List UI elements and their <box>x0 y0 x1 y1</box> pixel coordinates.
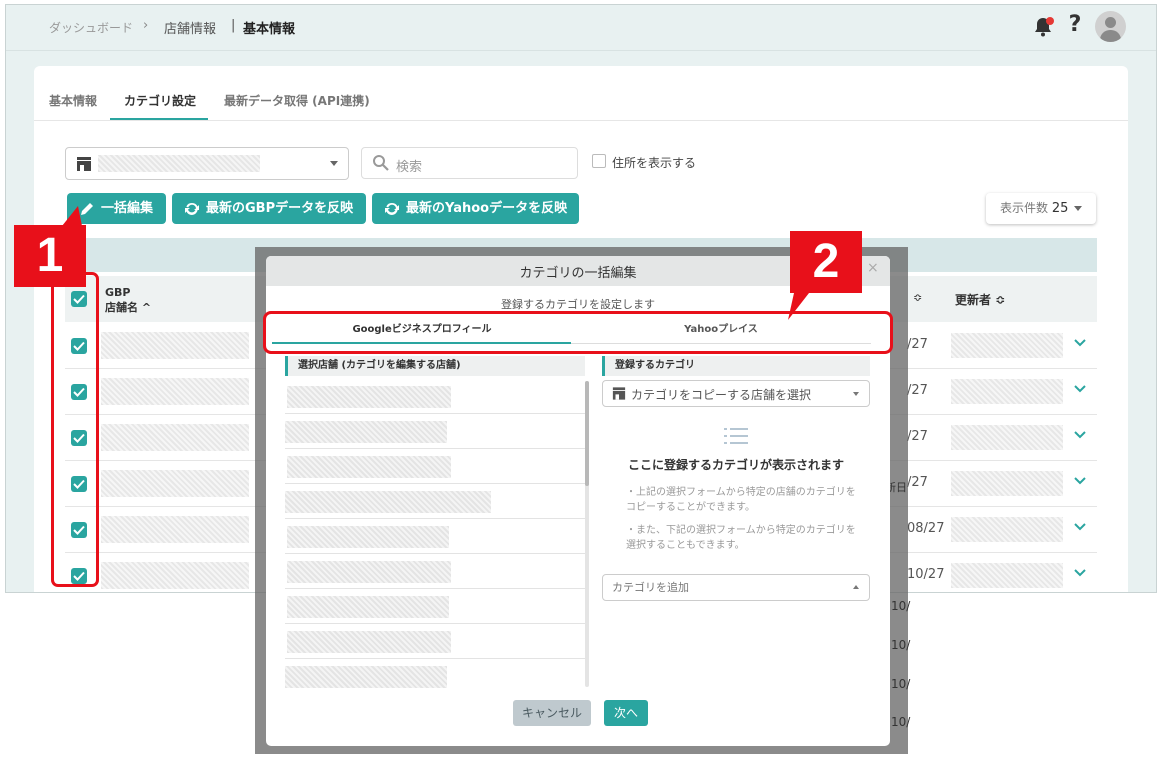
add-category-select[interactable]: カテゴリを追加 <box>602 574 870 601</box>
list-item <box>285 555 585 589</box>
cancel-button[interactable]: キャンセル <box>513 700 591 726</box>
updater-cell <box>951 379 1063 404</box>
store-select[interactable] <box>65 147 349 180</box>
empty-state-note-select: ・また、下記の選択フォームから特定のカテゴリを 選択することもできます。 <box>626 525 856 551</box>
chevron-down-icon[interactable] <box>1073 384 1087 394</box>
sort-icon[interactable]: ≎ <box>913 291 922 304</box>
chevron-down-icon <box>330 161 338 166</box>
date-cell: /27 <box>907 475 928 490</box>
store-name-cell <box>101 470 249 497</box>
column-gbp-label: GBP <box>105 286 131 299</box>
add-category-placeholder: カテゴリを追加 <box>612 581 689 594</box>
chevron-down-icon[interactable] <box>1073 430 1087 440</box>
chevron-down-icon[interactable] <box>1073 522 1087 532</box>
annotation-box-checkboxes <box>51 272 99 587</box>
chevron-up-icon <box>853 585 859 589</box>
store-name-cell <box>101 378 249 405</box>
reflect-gbp-label: 最新のGBPデータを反映 <box>206 201 354 216</box>
annotation-badge-2: 2 <box>790 231 862 293</box>
search-input[interactable]: 検索 <box>396 156 422 175</box>
annotation-pointer <box>62 206 82 226</box>
reflect-yahoo-button[interactable]: 最新のYahooデータを反映 <box>372 193 579 224</box>
list-item <box>285 590 585 624</box>
breadcrumb-dashboard[interactable]: ダッシュボード <box>49 19 133 36</box>
selected-stores-header: 選択店舗 (カテゴリを編集する店舗) <box>285 356 585 376</box>
date-cell: 08/27 <box>907 521 945 536</box>
chevron-down-icon <box>853 392 859 396</box>
list-item <box>285 660 585 694</box>
updater-cell <box>951 471 1063 496</box>
list-icon <box>724 428 748 444</box>
annotation-badge-1: 1 <box>14 225 86 287</box>
chevron-down-icon[interactable] <box>1073 568 1087 578</box>
list-item <box>285 485 585 519</box>
store-name-cell <box>101 562 249 589</box>
search-box[interactable]: 検索 <box>361 147 578 179</box>
date-cell: /27 <box>907 429 928 444</box>
copy-store-select[interactable]: カテゴリをコピーする店舗を選択 <box>602 380 870 407</box>
date-cell: 10/27 <box>907 567 945 582</box>
per-page-label: 表示件数 <box>1000 201 1049 215</box>
behind-date: 10/ <box>891 599 911 613</box>
date-cell: /27 <box>907 383 928 398</box>
search-icon <box>373 155 389 171</box>
page-title: 基本情報 <box>243 22 296 37</box>
register-category-header: 登録するカテゴリ <box>602 356 870 376</box>
chevron-down-icon <box>1074 206 1082 211</box>
close-icon[interactable]: × <box>867 260 879 276</box>
avatar[interactable] <box>1095 11 1126 42</box>
scrollbar-thumb[interactable] <box>585 381 589 486</box>
behind-date: 10/ <box>891 638 911 652</box>
updater-cell <box>951 425 1063 450</box>
list-item <box>285 415 585 449</box>
store-name-cell <box>101 516 249 543</box>
tab-api-sync[interactable]: 最新データ取得 (API連携) <box>224 92 370 109</box>
list-item <box>285 625 585 659</box>
tabs-divider <box>34 120 1128 121</box>
store-select-value <box>98 155 260 172</box>
column-store-label: 店舗名 ^ <box>105 301 152 314</box>
chevron-down-icon[interactable] <box>1073 338 1087 348</box>
show-address-checkbox[interactable] <box>592 154 606 168</box>
date-cell: /27 <box>907 337 928 352</box>
notification-dot <box>1046 17 1054 25</box>
store-name-cell <box>101 332 249 359</box>
column-store-name[interactable]: GBP 店舗名 ^ <box>105 285 151 315</box>
bulk-edit-label: 一括編集 <box>101 201 154 216</box>
show-address-label: 住所を表示する <box>612 156 697 170</box>
empty-state-note-copy: ・上記の選択フォームから特定の店舗のカテゴリを コピーすることができます。 <box>626 487 856 513</box>
updater-cell <box>951 333 1063 358</box>
tab-basic-info[interactable]: 基本情報 <box>49 92 97 109</box>
chevron-down-icon[interactable] <box>1073 476 1087 486</box>
top-bar: ダッシュボード › 店舗情報 | 基本情報 ? <box>6 5 1156 51</box>
help-icon[interactable]: ? <box>1066 12 1084 37</box>
breadcrumb-separator: › <box>143 18 149 33</box>
store-icon <box>77 157 91 171</box>
column-updater[interactable]: 更新者 ≎ <box>955 291 1005 308</box>
reflect-yahoo-label: 最新のYahooデータを反映 <box>406 201 568 216</box>
breadcrumb-store-info[interactable]: 店舗情報 <box>164 18 216 37</box>
updater-cell <box>951 563 1063 588</box>
per-page-value: 25 <box>1051 201 1069 216</box>
updater-cell <box>951 517 1063 542</box>
tab-category-settings[interactable]: カテゴリ設定 <box>124 92 196 109</box>
reflect-gbp-button[interactable]: 最新のGBPデータを反映 <box>172 193 366 224</box>
list-item <box>285 450 585 484</box>
list-item <box>285 520 585 554</box>
next-button[interactable]: 次へ <box>604 700 648 726</box>
sync-icon <box>185 202 199 216</box>
list-item <box>285 380 585 414</box>
behind-date: 10/ <box>891 715 911 729</box>
per-page-select[interactable]: 表示件数 25 <box>986 193 1096 224</box>
sync-icon <box>385 202 399 216</box>
behind-date: 10/ <box>891 677 911 691</box>
store-name-cell <box>101 424 249 451</box>
store-icon <box>612 387 626 400</box>
empty-state-title: ここに登録するカテゴリが表示されます <box>627 458 844 472</box>
breadcrumb-bar: | <box>231 18 236 33</box>
copy-store-select-text: カテゴリをコピーする店舗を選択 <box>631 388 812 402</box>
